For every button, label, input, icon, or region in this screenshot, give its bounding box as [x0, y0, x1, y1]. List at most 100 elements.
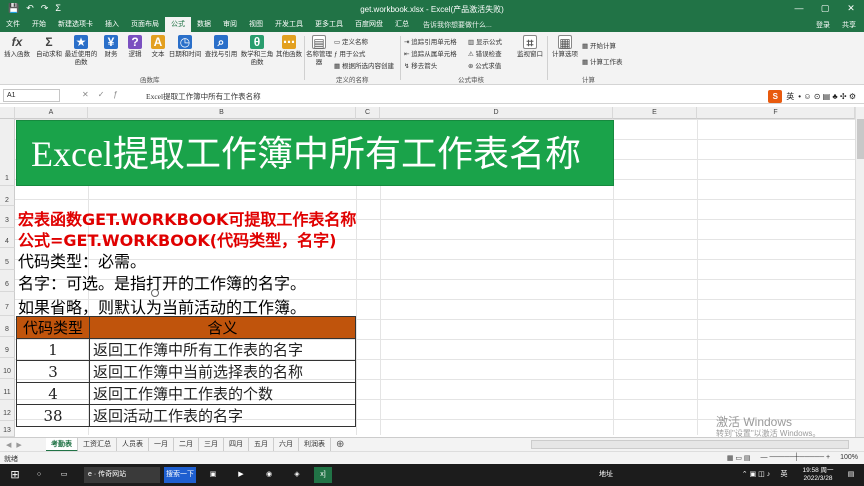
sheet-nav-arrows[interactable]: ◀▶: [0, 441, 46, 449]
sheet-tab[interactable]: 工资汇总: [78, 437, 117, 452]
maximize-button[interactable]: ▢: [812, 0, 838, 17]
cell-a7[interactable]: 如果省略，则默认为当前活动的工作簿。: [18, 294, 306, 318]
select-all-corner[interactable]: [0, 107, 15, 119]
math-button[interactable]: θ 数学和三角函数: [240, 35, 274, 67]
sheet-tab[interactable]: 六月: [274, 437, 299, 452]
close-button[interactable]: ✕: [838, 0, 864, 17]
tab-insert[interactable]: 插入: [99, 17, 125, 32]
save-icon[interactable]: 💾: [8, 3, 19, 14]
task-view-icon[interactable]: ▭: [55, 467, 73, 483]
name-box[interactable]: A1: [3, 89, 60, 102]
minimize-button[interactable]: —: [786, 0, 812, 17]
name-manager-button[interactable]: ▤ 名称管理器: [306, 35, 332, 67]
tab-page-layout[interactable]: 页面布局: [125, 17, 165, 32]
tab-data[interactable]: 数据: [191, 17, 217, 32]
calculate-now-button[interactable]: ▦ 开始计算: [582, 40, 616, 50]
column-header-a[interactable]: A: [15, 107, 88, 119]
row-header-1[interactable]: 1: [0, 119, 15, 186]
show-formulas-button[interactable]: ▥ 显示公式: [468, 36, 502, 46]
sheet-tab[interactable]: 三月: [199, 437, 224, 452]
header-meaning[interactable]: 含义: [89, 316, 356, 339]
chat-icon[interactable]: ◈: [288, 467, 306, 483]
sogou-ime-bar[interactable]: S 英 • ☺ ⊙ ▤ ♣ ✣ ⚙: [768, 90, 856, 103]
tab-formulas[interactable]: 公式: [165, 17, 191, 32]
row-header-13[interactable]: 13: [0, 421, 15, 437]
sheet-tab[interactable]: 一月: [149, 437, 174, 452]
table-cell-meaning[interactable]: 返回工作簿中当前选择表的名称: [89, 360, 356, 383]
row-header-9[interactable]: 9: [0, 337, 15, 358]
row-header-6[interactable]: 6: [0, 270, 15, 292]
lookup-button[interactable]: ⌕ 查找与引用: [204, 35, 238, 59]
redo-icon[interactable]: ↷: [41, 3, 49, 14]
formula-input[interactable]: Excel提取工作簿中所有工作表名称: [146, 91, 261, 102]
autosum-button[interactable]: Σ 自动求和: [34, 35, 64, 59]
tab-view[interactable]: 视图: [243, 17, 269, 32]
sogou-icon[interactable]: S: [768, 90, 783, 103]
remove-arrows-button[interactable]: ↯ 移去箭头: [404, 60, 437, 70]
calculate-sheet-button[interactable]: ▦ 计算工作表: [582, 56, 622, 66]
clock[interactable]: 19:58 周一 2022/3/28: [798, 467, 838, 483]
view-mode-icons[interactable]: ▦ ▭ ▤: [727, 454, 751, 462]
tab-home[interactable]: 开始: [26, 17, 52, 32]
table-cell-meaning[interactable]: 返回活动工作表的名字: [89, 404, 356, 427]
vertical-scrollbar[interactable]: [855, 107, 864, 437]
column-header-f[interactable]: F: [697, 107, 855, 119]
datetime-button[interactable]: ◷ 日期和时间: [168, 35, 202, 59]
calc-options-button[interactable]: ▦ 计算选项: [550, 35, 580, 59]
table-cell-code[interactable]: 4: [16, 382, 90, 405]
tab-file[interactable]: 文件: [0, 17, 26, 32]
row-header-12[interactable]: 12: [0, 400, 15, 421]
sheet-tab[interactable]: 利润表: [299, 437, 331, 452]
row-header-10[interactable]: 10: [0, 358, 15, 379]
ime-tools-icon[interactable]: • ☺ ⊙ ▤ ♣ ✣ ⚙: [798, 92, 856, 101]
row-header-8[interactable]: 8: [0, 316, 15, 337]
row-header-4[interactable]: 4: [0, 228, 15, 248]
tab-summary[interactable]: 汇总: [389, 17, 415, 32]
explorer-icon[interactable]: ▣: [204, 467, 222, 483]
notification-icon[interactable]: ▤: [842, 467, 860, 483]
row-header-7[interactable]: 7: [0, 292, 15, 316]
header-code-type[interactable]: 代码类型: [16, 316, 90, 339]
table-cell-code[interactable]: 38: [16, 404, 90, 427]
column-header-c[interactable]: C: [356, 107, 380, 119]
tab-more-tools[interactable]: 更多工具: [309, 17, 349, 32]
error-checking-button[interactable]: ⚠ 错误检查: [468, 48, 502, 58]
tell-me-input[interactable]: 告诉我你想要做什么...: [423, 20, 492, 30]
financial-button[interactable]: ¥ 财务: [100, 35, 122, 59]
logical-button[interactable]: ? 逻辑: [124, 35, 146, 59]
formula-controls[interactable]: ✕✓ƒ: [82, 90, 127, 99]
share-button[interactable]: 共享: [842, 20, 856, 30]
table-cell-code[interactable]: 1: [16, 338, 90, 361]
taskbar-search-box[interactable]: 搜索一下: [164, 467, 196, 483]
tab-review[interactable]: 审阅: [217, 17, 243, 32]
recent-functions-button[interactable]: ★ 最近使用的函数: [64, 35, 98, 67]
tab-new[interactable]: 新建选项卡: [52, 17, 99, 32]
media-icon[interactable]: ▶: [232, 467, 250, 483]
title-banner-cell[interactable]: Excel提取工作簿中所有工作表名称: [16, 120, 614, 186]
scroll-thumb[interactable]: [857, 119, 864, 159]
watch-window-button[interactable]: ⌗ 监视窗口: [515, 35, 545, 59]
trace-dependents-button[interactable]: ⇤ 追踪从属单元格: [404, 48, 457, 58]
sheet-tab[interactable]: 人员表: [117, 437, 149, 452]
sheet-tab[interactable]: 考勤表: [46, 437, 78, 452]
cell-a6[interactable]: 名字：可选。是指打开的工作簿的名字。: [18, 270, 306, 294]
table-cell-meaning[interactable]: 返回工作簿中所有工作表的名字: [89, 338, 356, 361]
sheet-tab[interactable]: 四月: [224, 437, 249, 452]
tab-baidu[interactable]: 百度网盘: [349, 17, 389, 32]
row-header-2[interactable]: 2: [0, 186, 15, 206]
browser-icon[interactable]: ◉: [260, 467, 278, 483]
autosum-quick-icon[interactable]: Σ: [55, 3, 61, 14]
column-header-d[interactable]: D: [380, 107, 613, 119]
search-icon[interactable]: ○: [30, 467, 48, 483]
ime-indicator[interactable]: 英: [778, 467, 790, 483]
table-cell-code[interactable]: 3: [16, 360, 90, 383]
use-in-formula-button[interactable]: ƒ 用于公式: [334, 48, 365, 58]
add-sheet-icon[interactable]: ⊕: [331, 438, 349, 452]
cell-a5[interactable]: 代码类型：必需。: [18, 248, 146, 272]
define-name-button[interactable]: ▭ 定义名称: [334, 36, 368, 46]
tab-developer[interactable]: 开发工具: [269, 17, 309, 32]
row-header-5[interactable]: 5: [0, 248, 15, 270]
column-header-e[interactable]: E: [613, 107, 697, 119]
insert-function-button[interactable]: fx 插入函数: [2, 35, 32, 59]
taskbar-browser[interactable]: e · 传奇网站: [84, 467, 160, 483]
